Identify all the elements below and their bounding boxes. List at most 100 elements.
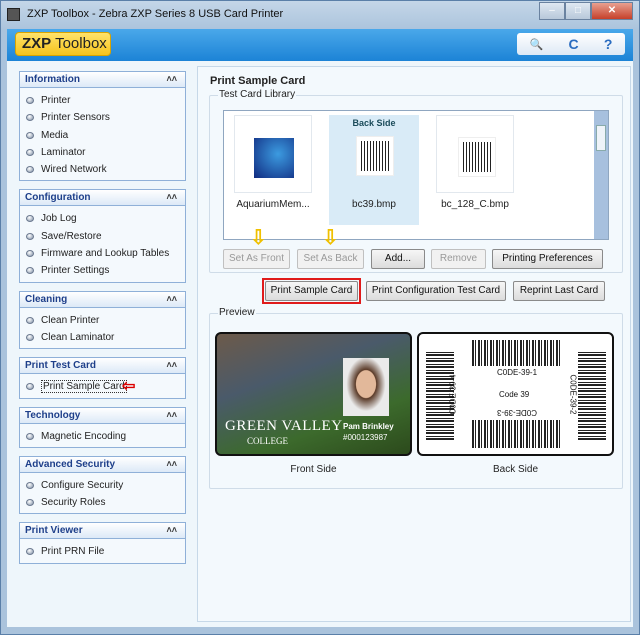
sidebar-item-label: Configure Security <box>41 479 124 491</box>
list-item[interactable]: Back Side bc39.bmp <box>329 115 419 225</box>
back-side-label: Back Side <box>492 464 539 475</box>
scrollbar[interactable] <box>594 111 608 239</box>
minimize-button[interactable]: – <box>539 2 565 20</box>
barcode <box>472 420 562 448</box>
bullet-icon <box>26 148 34 156</box>
section-header[interactable]: Cleaning ˄˄ <box>20 291 185 308</box>
maximize-button[interactable]: □ <box>565 2 591 20</box>
sidebar-item[interactable]: Security Roles <box>20 494 185 511</box>
printing-preferences-button[interactable]: Printing Preferences <box>492 249 603 269</box>
section-header[interactable]: Print Test Card ˄˄ <box>20 358 185 375</box>
section-title: Configuration <box>25 192 91 204</box>
bullet-icon <box>26 316 34 324</box>
app-icon <box>7 8 20 21</box>
sidebar-item[interactable]: Job Log <box>20 210 185 227</box>
barcode <box>578 350 606 440</box>
sidebar-section: Information ˄˄ Printer Printer Sensors Media… <box>19 71 186 182</box>
section-title: Cleaning <box>25 293 68 305</box>
sidebar-section: Configuration ˄˄ Job Log Save/Restore Firmwa… <box>19 189 186 283</box>
collapse-chevron-icon[interactable]: ˄˄ <box>166 358 177 373</box>
window-title: ZXP Toolbox - Zebra ZXP Series 8 USB Car… <box>27 8 284 20</box>
title-bar: ZXP Toolbox - Zebra ZXP Series 8 USB Car… <box>1 1 639 29</box>
sidebar-item[interactable]: Laminator <box>20 144 185 161</box>
sidebar-item[interactable]: Print Sample Card ⇦ <box>20 378 185 395</box>
sidebar-item[interactable]: Clean Laminator <box>20 329 185 346</box>
section-header[interactable]: Configuration ˄˄ <box>20 190 185 207</box>
group-label: Test Card Library <box>218 89 297 100</box>
collapse-chevron-icon[interactable]: ˄˄ <box>166 292 177 307</box>
sidebar-section: Advanced Security ˄˄ Configure Security Sec… <box>19 455 186 515</box>
sidebar-item-label: Print Sample Card <box>41 380 127 394</box>
set-as-back-button[interactable]: Set As Back <box>297 249 364 269</box>
sidebar-section: Print Viewer ˄˄ Print PRN File <box>19 522 186 564</box>
collapse-chevron-icon[interactable]: ˄˄ <box>166 457 177 472</box>
sidebar-item-label: Security Roles <box>41 497 106 509</box>
sidebar-item[interactable]: Printer Settings <box>20 262 185 279</box>
test-card-library-group: Test Card Library AquariumMem... Back Si… <box>209 89 623 273</box>
collapse-chevron-icon[interactable]: ˄˄ <box>166 408 177 423</box>
sidebar-item[interactable]: Wired Network <box>20 161 185 178</box>
header-toolbar: 🔍 C ? <box>517 33 625 55</box>
barcode-label: C0DE-39-2 <box>568 374 578 415</box>
front-card-preview: Green Valley COLLEGE Pam Brinkley #00012… <box>215 332 412 456</box>
sidebar-item-label: Printer <box>41 95 71 106</box>
barcode-thumbnail <box>356 136 394 176</box>
search-document-icon[interactable]: 🔍 <box>530 38 544 51</box>
list-item[interactable]: bc_128_C.bmp <box>430 115 520 225</box>
sidebar-item[interactable]: Printer Sensors <box>20 109 185 126</box>
sidebar-item-label: Media <box>41 129 69 141</box>
sidebar-item[interactable]: Firmware and Lookup Tables <box>20 245 185 262</box>
help-icon[interactable]: ? <box>604 36 613 52</box>
card-library-list[interactable]: AquariumMem... Back Side bc39.bmp bc_128… <box>223 110 609 240</box>
down-arrow-annotation: ⇩ <box>322 227 339 249</box>
list-item[interactable]: AquariumMem... <box>228 115 318 225</box>
sidebar-section: Technology ˄˄ Magnetic Encoding <box>19 406 186 448</box>
barcode-label: C0DE-39-3 <box>497 408 538 417</box>
bullet-icon <box>26 548 34 556</box>
sidebar-item[interactable]: Configure Security <box>20 477 185 494</box>
reprint-last-card-button[interactable]: Reprint Last Card <box>513 281 605 301</box>
sidebar: Information ˄˄ Printer Printer Sensors Media… <box>19 71 186 572</box>
app-window: ZXP Toolbox - Zebra ZXP Series 8 USB Car… <box>0 0 640 635</box>
sidebar-item[interactable]: Clean Printer <box>20 312 185 329</box>
sidebar-item[interactable]: Print PRN File <box>20 543 185 560</box>
section-header[interactable]: Print Viewer ˄˄ <box>20 523 185 540</box>
barcode <box>472 340 562 366</box>
print-sample-card-button[interactable]: Print Sample Card <box>265 281 358 301</box>
add-button[interactable]: Add... <box>371 249 425 269</box>
section-header[interactable]: Information ˄˄ <box>20 72 185 88</box>
bullet-icon <box>26 481 34 489</box>
page-title: Print Sample Card <box>210 75 306 87</box>
app-header: ZXP Toolbox 🔍 C ? <box>7 29 633 61</box>
set-as-front-button[interactable]: Set As Front <box>223 249 290 269</box>
print-configuration-test-card-button[interactable]: Print Configuration Test Card <box>366 281 506 301</box>
bullet-icon <box>26 131 34 139</box>
sidebar-item-label: Clean Printer <box>41 314 100 326</box>
group-label: Preview <box>218 307 256 318</box>
collapse-chevron-icon[interactable]: ˄˄ <box>166 72 177 87</box>
sidebar-item[interactable]: Magnetic Encoding <box>20 428 185 445</box>
school-name: Green Valley <box>225 418 343 434</box>
sidebar-item[interactable]: Printer <box>20 92 185 109</box>
bullet-icon <box>26 250 34 258</box>
preview-group: Preview Green Valley COLLEGE Pam Brinkle… <box>209 307 623 489</box>
remove-button[interactable]: Remove <box>431 249 486 269</box>
sidebar-item-label: Printer Settings <box>41 265 110 277</box>
portrait-photo <box>343 358 389 416</box>
refresh-icon[interactable]: C <box>569 36 579 52</box>
sidebar-item[interactable]: Media <box>20 127 185 144</box>
cardholder-name: Pam Brinkley <box>343 422 394 431</box>
back-card-preview: C0DE-39-1 Code 39 C0DE-39-3 C0DE-39-4 C0… <box>417 332 614 456</box>
collapse-chevron-icon[interactable]: ˄˄ <box>166 523 177 538</box>
section-header[interactable]: Advanced Security ˄˄ <box>20 456 185 473</box>
section-title: Print Viewer <box>25 525 83 537</box>
section-header[interactable]: Technology ˄˄ <box>20 407 185 424</box>
collapse-chevron-icon[interactable]: ˄˄ <box>166 190 177 205</box>
left-arrow-annotation: ⇦ <box>122 378 136 396</box>
school-subtitle: COLLEGE <box>247 436 288 446</box>
bullet-icon <box>26 432 34 440</box>
main-panel: Print Sample Card Test Card Library Aqua… <box>197 66 631 622</box>
close-button[interactable]: ✕ <box>591 2 633 20</box>
sidebar-item[interactable]: Save/Restore <box>20 228 185 245</box>
bullet-icon <box>26 232 34 240</box>
